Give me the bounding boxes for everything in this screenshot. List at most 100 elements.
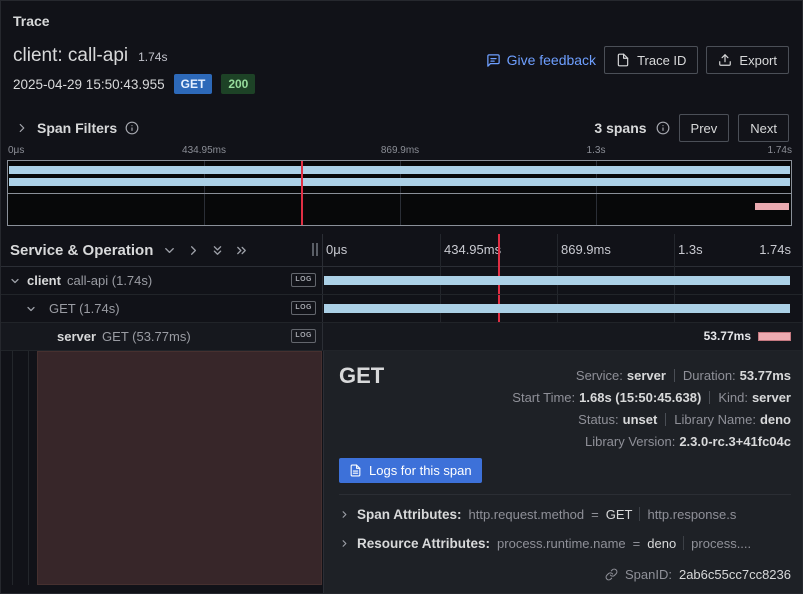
- span-row-client-label[interactable]: client call-api (1.74s) LOG: [1, 267, 323, 294]
- minimap-tick: 434.95ms: [182, 145, 226, 156]
- span-count: 3 spans: [594, 120, 646, 136]
- log-badge[interactable]: LOG: [291, 273, 316, 287]
- feedback-comment-icon: [486, 53, 501, 68]
- timeline-tick: 1.3s: [678, 242, 703, 257]
- status-code-badge: 200: [221, 74, 255, 94]
- meta-label: Service:: [576, 368, 623, 383]
- info-icon[interactable]: [125, 121, 139, 135]
- span-id-label: SpanID:: [625, 567, 672, 582]
- attribute-key: process.runtime.name: [497, 536, 626, 551]
- meta-separator: [709, 391, 710, 404]
- double-chevron-right-icon[interactable]: [234, 243, 249, 258]
- span-row-client[interactable]: client call-api (1.74s) LOG: [1, 267, 803, 295]
- tree-guide-line: [28, 351, 29, 585]
- trace-id-button[interactable]: Trace ID: [604, 46, 698, 74]
- header-actions: Give feedback Trace ID Export: [486, 46, 789, 74]
- meta-value: server: [752, 390, 791, 405]
- attribute-key-truncated: process....: [691, 536, 751, 551]
- span-track[interactable]: 53.77ms: [323, 323, 791, 350]
- meta-row: Service:serverDuration:53.77ms: [404, 365, 791, 387]
- give-feedback-label: Give feedback: [507, 52, 597, 68]
- meta-value: unset: [623, 412, 658, 427]
- meta-label: Start Time:: [512, 390, 575, 405]
- span-track[interactable]: [323, 295, 791, 322]
- chevron-down-icon[interactable]: [25, 303, 37, 315]
- chevron-right-icon: [339, 538, 350, 549]
- chevron-right-icon: [339, 509, 350, 520]
- export-button[interactable]: Export: [706, 46, 789, 74]
- resource-attributes-row[interactable]: Resource Attributes: process.runtime.nam…: [339, 533, 803, 553]
- export-icon: [718, 53, 732, 67]
- span-duration-bar[interactable]: [324, 304, 790, 313]
- chevron-down-icon[interactable]: [9, 275, 21, 287]
- span-service-name: server: [57, 329, 96, 344]
- export-label: Export: [739, 53, 777, 68]
- chevron-right-icon[interactable]: [186, 243, 201, 258]
- minimap-tick: 869.9ms: [381, 145, 419, 156]
- span-track[interactable]: [323, 267, 791, 294]
- meta-row: Library Version:2.3.0-rc.3+41fc04c: [404, 431, 791, 453]
- span-row-server[interactable]: server GET (53.77ms) LOG 53.77ms: [1, 323, 803, 351]
- meta-value: 53.77ms: [740, 368, 791, 383]
- meta-label: Kind:: [718, 390, 748, 405]
- span-attributes-row[interactable]: Span Attributes: http.request.method = G…: [339, 504, 803, 524]
- truncation-fade: [758, 533, 803, 553]
- panel-resize-handle[interactable]: [312, 243, 318, 256]
- give-feedback-link[interactable]: Give feedback: [486, 52, 597, 68]
- attribute-value: GET: [606, 507, 633, 522]
- minimap-tick: 0μs: [8, 145, 24, 156]
- minimap-span-bar-get: [9, 178, 790, 186]
- minimap-viewport-edge[interactable]: [8, 193, 791, 194]
- span-operation-name: GET (1.74s): [49, 301, 120, 316]
- attribute-key-truncated: http.response.s: [647, 507, 736, 522]
- divider: [339, 494, 791, 495]
- attribute-equals: =: [591, 507, 599, 522]
- meta-value: deno: [760, 412, 791, 427]
- meta-row: Start Time:1.68s (15:50:45.638)Kind:serv…: [404, 387, 791, 409]
- next-span-button[interactable]: Next: [738, 114, 789, 142]
- span-operation-name: GET (53.77ms): [102, 329, 191, 344]
- span-id-value: 2ab6c55cc7cc8236: [679, 567, 791, 582]
- span-id-footer: SpanID: 2ab6c55cc7cc8236: [605, 567, 791, 582]
- meta-value: server: [627, 368, 666, 383]
- trace-title-row: client: call-api 1.74s: [13, 45, 167, 67]
- span-duration-bar[interactable]: [324, 276, 790, 285]
- span-duration-bar-selected[interactable]: [758, 332, 791, 341]
- timeline-header: Service & Operation 0μs 434.95ms 869.9ms…: [1, 234, 803, 267]
- truncation-fade: [758, 504, 803, 524]
- info-icon[interactable]: [656, 121, 670, 135]
- service-operation-title: Service & Operation: [10, 242, 153, 259]
- span-row-get-label[interactable]: GET (1.74s) LOG: [1, 295, 323, 322]
- trace-view: Trace client: call-api 1.74s Give feedba…: [0, 0, 803, 594]
- prev-span-button[interactable]: Prev: [679, 114, 730, 142]
- span-nav-controls: 3 spans Prev Next: [594, 113, 789, 143]
- span-detail-panel: GET Service:serverDuration:53.77ms Start…: [323, 351, 803, 594]
- span-filters-label: Span Filters: [37, 120, 117, 136]
- timeline-tick: 869.9ms: [561, 242, 611, 257]
- minimap-span-bar-client: [9, 166, 790, 174]
- meta-row: Status:unsetLibrary Name:deno: [404, 409, 791, 431]
- span-row-server-label[interactable]: server GET (53.77ms) LOG: [1, 323, 323, 350]
- trace-minimap[interactable]: [7, 160, 792, 226]
- span-attributes-label: Span Attributes:: [357, 507, 462, 522]
- span-row-get[interactable]: GET (1.74s) LOG: [1, 295, 803, 323]
- page-title: Trace: [13, 13, 50, 29]
- double-chevron-down-icon[interactable]: [210, 243, 225, 258]
- minimap-span-bar-server: [755, 203, 789, 210]
- link-icon[interactable]: [605, 568, 618, 581]
- attribute-separator: [683, 536, 684, 550]
- log-badge[interactable]: LOG: [291, 301, 316, 315]
- log-badge[interactable]: LOG: [291, 329, 316, 343]
- timeline-tick: 0μs: [326, 242, 347, 257]
- minimap-tick: 1.3s: [587, 145, 606, 156]
- attribute-value: deno: [647, 536, 676, 551]
- minimap-cursor-line: [301, 161, 303, 225]
- service-operation-header: Service & Operation: [1, 234, 323, 266]
- chevron-down-icon[interactable]: [162, 243, 177, 258]
- timeline-tick: 1.74s: [759, 242, 791, 257]
- minimap-tick: 1.74s: [768, 145, 792, 156]
- logs-for-span-button[interactable]: Logs for this span: [339, 458, 482, 483]
- trace-timestamp: 2025-04-29 15:50:43.955: [13, 77, 165, 92]
- span-detail-meta: Service:serverDuration:53.77ms Start Tim…: [404, 365, 791, 453]
- span-filters-toggle[interactable]: Span Filters: [15, 113, 139, 143]
